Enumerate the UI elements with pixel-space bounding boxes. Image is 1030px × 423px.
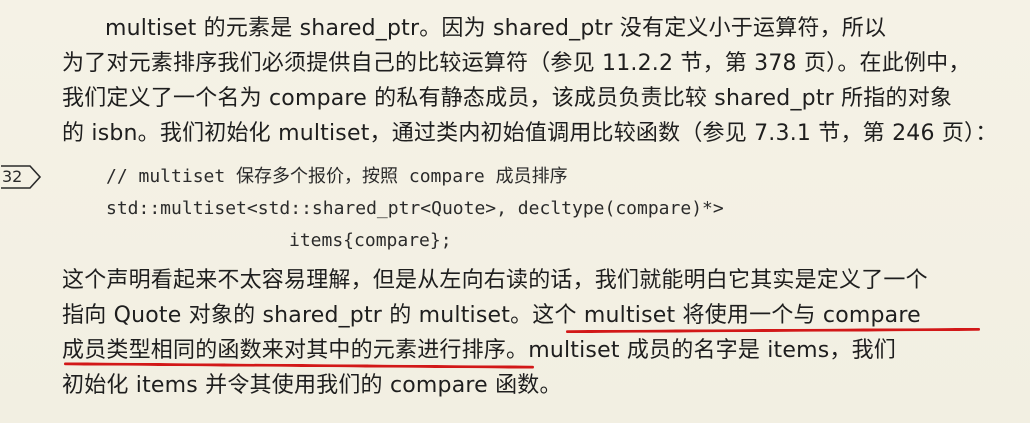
code-initializer: items{compare}; bbox=[289, 230, 452, 251]
paragraph2-line1: 这个声明看起来不太容易理解，但是从左向右读的话，我们就能明白它其实是定义了一个 bbox=[62, 268, 928, 293]
paragraph1-line1: multiset 的元素是 shared_ptr。因为 shared_ptr 没… bbox=[105, 16, 887, 41]
paragraph2-line2: 指向 Quote 对象的 shared_ptr 的 multiset。这个 mu… bbox=[62, 301, 921, 331]
code-comment: // multiset 保存多个报价，按照 compare 成员排序 bbox=[106, 166, 568, 187]
paragraph2-line3-end: multiset 成员的名字是 items，我们 bbox=[528, 338, 897, 363]
paragraph2-line3-highlight: 成员类型相同的函数来对其中的元素进行排序。 bbox=[62, 338, 529, 363]
paragraph1-line4: 的 isbn。我们初始化 multiset，通过类内初始值调用比较函数（参见 7… bbox=[62, 121, 998, 146]
book-page: multiset 的元素是 shared_ptr。因为 shared_ptr 没… bbox=[0, 0, 1030, 423]
paragraph2-line4: 初始化 items 并令其使用我们的 compare 函数。 bbox=[62, 373, 562, 398]
paragraph1-line3: 我们定义了一个名为 compare 的私有静态成员，该成员负责比较 shared… bbox=[62, 86, 953, 111]
paragraph1-line2: 为了对元素排序我们必须提供自己的比较运算符（参见 11.2.2 节，第 378 … bbox=[62, 51, 971, 76]
paragraph2-line2-start: 指向 Quote 对象的 shared_ptr 的 multiset。 bbox=[62, 303, 533, 328]
paragraph2-line2-highlight: 这个 multiset 将使用一个与 compare bbox=[532, 303, 921, 328]
code-declaration: std::multiset<std::shared_ptr<Quote>, de… bbox=[106, 198, 724, 219]
paragraph2-line3: 成员类型相同的函数来对其中的元素进行排序。multiset 成员的名字是 ite… bbox=[62, 336, 896, 366]
page-marker-number: 32 bbox=[2, 167, 23, 186]
